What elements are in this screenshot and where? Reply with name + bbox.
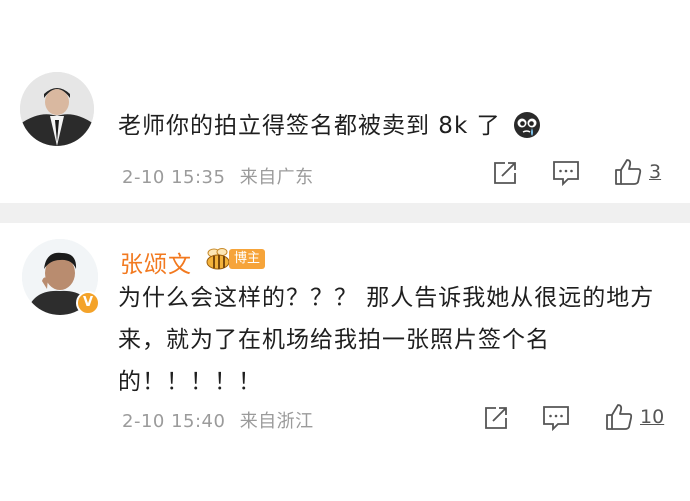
comment-icon xyxy=(553,161,579,187)
verified-badge: V xyxy=(76,291,100,315)
like-count[interactable]: 10 xyxy=(640,406,664,428)
like-count[interactable]: 3 xyxy=(649,161,661,183)
comment-meta: 2-10 15:40 来自浙江 xyxy=(122,407,314,433)
blogger-badge: 博主 xyxy=(205,246,266,272)
comment-divider xyxy=(0,203,690,223)
share-icon xyxy=(485,407,507,429)
comment-location: 来自广东 xyxy=(239,167,314,188)
comment-meta: 2-10 15:35 来自广东 xyxy=(122,163,314,189)
avatar[interactable] xyxy=(20,72,94,146)
author-name[interactable]: 张颂文 xyxy=(120,245,192,279)
share-icon xyxy=(494,162,516,184)
share-button[interactable] xyxy=(482,404,510,432)
reply-button[interactable] xyxy=(541,404,571,432)
comment-text: 为什么会这样的？？？ 那人告诉我她从很远的地方来，就为了在机场给我拍一张照片签个… xyxy=(118,285,655,395)
thumbs-up-icon xyxy=(615,159,642,185)
comment-location: 来自浙江 xyxy=(239,411,314,432)
like-button[interactable]: 3 xyxy=(613,157,661,187)
comment-time: 2-10 15:35 xyxy=(122,167,226,188)
comment-item: V 张颂文 博主 为什么会这样的？？？ 那人告诉我她从很远的地方来，就为了在机场… xyxy=(0,223,690,501)
blogger-tag: 博主 xyxy=(229,249,266,269)
comment-text: 老师你的拍立得签名都被卖到 8k 了 xyxy=(118,105,541,153)
crying-face-icon xyxy=(513,111,541,153)
like-button[interactable]: 10 xyxy=(604,402,664,432)
comment-text-content: 老师你的拍立得签名都被卖到 8k 了 xyxy=(118,113,501,139)
comment-time: 2-10 15:40 xyxy=(122,411,226,432)
comment-item: 老师你的拍立得签名都被卖到 8k 了 2-10 15:35 来自广东 3 xyxy=(0,0,690,203)
comment-icon xyxy=(543,406,569,432)
reply-button[interactable] xyxy=(551,159,581,187)
thumbs-up-icon xyxy=(606,404,633,430)
share-button[interactable] xyxy=(491,159,519,187)
